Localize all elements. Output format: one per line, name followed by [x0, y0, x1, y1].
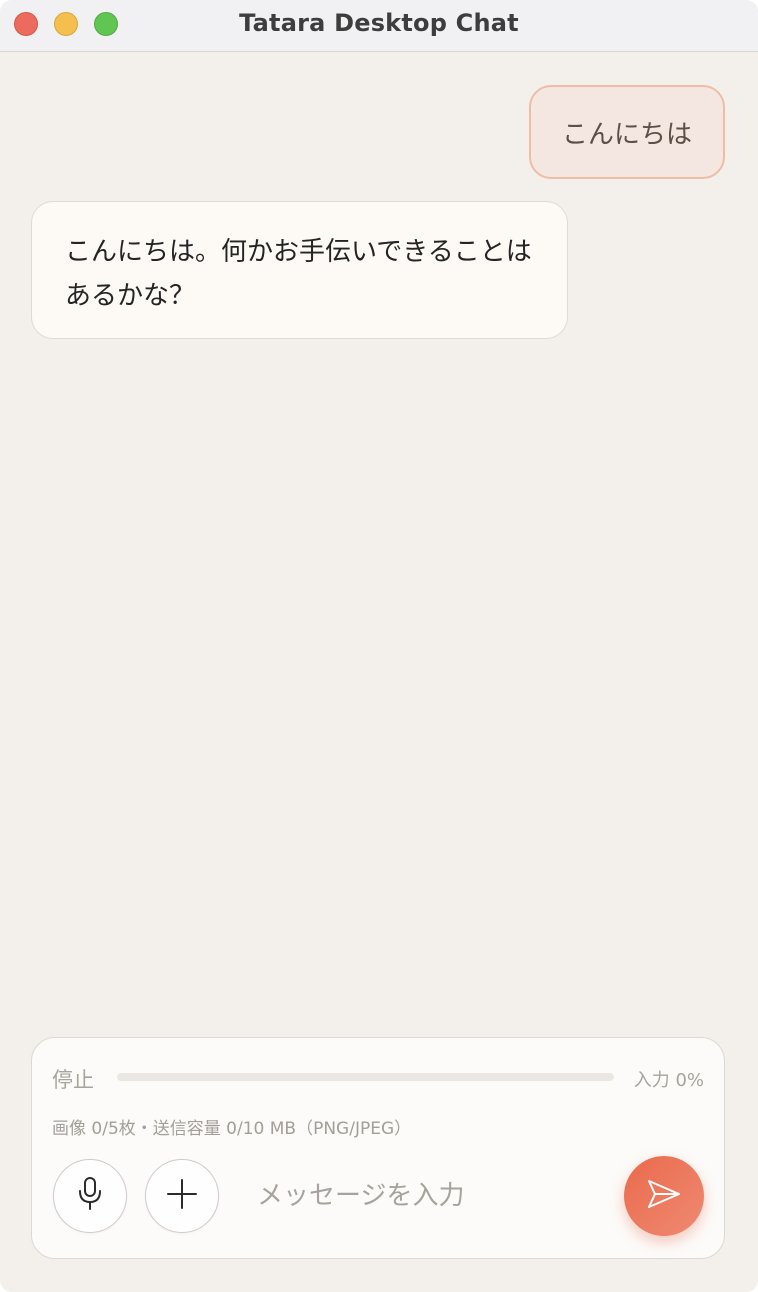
input-progress-label: 入力 0% — [633, 1070, 704, 1091]
message-composer: 停止 入力 0% 画像 0/5枚・送信容量 0/10 MB（PNG/JPEG） — [31, 1037, 725, 1259]
assistant-message-text: こんにちは。何かお手伝いできることはあるかな？ — [65, 237, 532, 311]
stop-button[interactable]: 停止 — [52, 1064, 94, 1094]
input-progress-bar — [117, 1073, 614, 1081]
chat-window: Tatara Desktop Chat こんにちは こんにちは。何かお手伝いでき… — [0, 0, 758, 1292]
user-message-text: こんにちは — [561, 119, 692, 150]
title-bar: Tatara Desktop Chat — [0, 0, 758, 52]
microphone-button[interactable] — [53, 1159, 127, 1233]
window-title: Tatara Desktop Chat — [239, 9, 519, 37]
user-message-bubble: こんにちは — [528, 85, 725, 179]
message-input[interactable] — [257, 1174, 597, 1218]
send-button[interactable] — [624, 1156, 704, 1236]
microphone-icon — [75, 1176, 105, 1216]
assistant-message-bubble: こんにちは。何かお手伝いできることはあるかな？ — [31, 201, 568, 339]
add-attachment-button[interactable] — [145, 1159, 219, 1233]
send-icon — [646, 1178, 682, 1214]
plus-icon — [166, 1178, 198, 1214]
attachment-info: 画像 0/5枚・送信容量 0/10 MB（PNG/JPEG） — [52, 1119, 412, 1139]
